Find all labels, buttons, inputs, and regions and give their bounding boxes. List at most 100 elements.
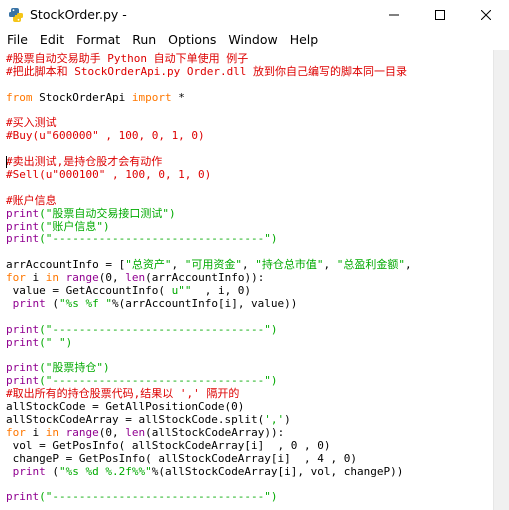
code-token-plain: ( bbox=[45, 296, 59, 310]
code-token-string: (" ") bbox=[39, 335, 73, 349]
code-token-builtin: len bbox=[125, 271, 146, 285]
code-token-builtin: print bbox=[12, 296, 46, 310]
code-line[interactable] bbox=[6, 105, 412, 118]
menu-help[interactable]: Help bbox=[284, 30, 325, 50]
code-token-plain: (allStockCodeArray)): bbox=[145, 425, 285, 439]
code-token-string: ("股票自动交易接口测试") bbox=[39, 206, 176, 220]
code-editor[interactable]: #股票自动交易助手 Python 自动下单使用 例子 #把此脚本和 StockOr… bbox=[0, 50, 493, 510]
code-line[interactable]: #Buy(u"600000" , 100, 0, 1, 0) bbox=[6, 129, 412, 143]
code-token-plain: , bbox=[404, 258, 412, 272]
code-token-string: ("--------------------------------") bbox=[39, 374, 278, 388]
code-token-plain: StockOrderApi bbox=[32, 90, 132, 104]
maximize-icon bbox=[435, 10, 445, 20]
code-token-keyword: for bbox=[6, 271, 26, 285]
code-token-string: "可用资金" bbox=[184, 258, 242, 272]
code-line[interactable] bbox=[6, 182, 412, 195]
code-token-keyword: from bbox=[6, 90, 33, 104]
code-token-plain: , bbox=[323, 258, 337, 272]
code-token-builtin: range bbox=[65, 425, 99, 439]
menu-edit[interactable]: Edit bbox=[34, 30, 70, 50]
code-token-plain: ( bbox=[45, 464, 59, 478]
code-token-plain: allStockCode = GetAllPositionCode(0) bbox=[6, 400, 245, 414]
menu-window[interactable]: Window bbox=[222, 30, 283, 50]
close-button[interactable] bbox=[463, 0, 509, 30]
code-token-string: ("--------------------------------") bbox=[39, 490, 278, 504]
code-token-string: ("账户信息") bbox=[39, 219, 110, 233]
code-token-comment: #买入测试 bbox=[6, 116, 57, 130]
code-token-comment: #卖出测试,是持仓股才会有动作 bbox=[6, 155, 163, 169]
window-title: StockOrder.py - bbox=[30, 7, 127, 22]
code-token-comment: #Buy(u"600000" , 100, 0, 1, 0) bbox=[6, 129, 205, 143]
code-token-string: ("股票持仓") bbox=[39, 361, 110, 375]
code-token-plain: , i, 0) bbox=[191, 284, 252, 298]
text-cursor bbox=[6, 156, 7, 168]
code-line[interactable]: print ("%s %d %.2f%%"%(allStockCodeArray… bbox=[6, 464, 412, 479]
code-token-comment: #取出所有的持仓股票代码,结果以 ',' 隔开的 bbox=[6, 387, 240, 401]
code-token-plain: changeP = GetPosInfo( allStockCodeArray[… bbox=[6, 451, 357, 465]
code-token-comment: #Sell(u"000100" , 100, 0, 1, 0) bbox=[6, 168, 212, 182]
code-line[interactable]: print("--------------------------------"… bbox=[6, 490, 412, 504]
close-icon bbox=[481, 10, 491, 20]
code-token-comment: #账户信息 bbox=[6, 193, 57, 207]
minimize-button[interactable] bbox=[371, 0, 417, 30]
code-token-plain: %(allStockCodeArray[i], vol, changeP)) bbox=[151, 464, 404, 478]
code-line[interactable]: #Sell(u"000100" , 100, 0, 1, 0) bbox=[6, 168, 412, 182]
code-token-builtin: print bbox=[12, 464, 46, 478]
code-token-string: ("--------------------------------") bbox=[39, 232, 278, 246]
code-token-string: "%s %d %.2f%%" bbox=[59, 464, 152, 478]
code-token-plain: value = GetAccountInfo( bbox=[6, 284, 172, 298]
code-line[interactable]: print ("%s %f "%(arrAccountInfo[i], valu… bbox=[6, 296, 412, 311]
code-token-string: "总盈利金额" bbox=[336, 258, 405, 272]
code-token-string: u"" bbox=[171, 284, 192, 298]
code-token-builtin: range bbox=[65, 271, 99, 285]
code-token-plain: %(arrAccountInfo[i], value)) bbox=[111, 296, 298, 310]
code-token-plain: * bbox=[171, 90, 185, 104]
code-line[interactable]: print("--------------------------------"… bbox=[6, 233, 412, 246]
code-line[interactable]: from StockOrderApi import * bbox=[6, 90, 412, 105]
code-line[interactable]: #把此脚本和 StockOrderApi.py Order.dll 放到你自己编… bbox=[6, 64, 412, 79]
code-text[interactable]: #股票自动交易助手 Python 自动下单使用 例子 #把此脚本和 StockOr… bbox=[6, 52, 412, 504]
code-token-plain: , bbox=[241, 258, 256, 272]
code-token-builtin: print bbox=[6, 232, 40, 246]
maximize-button[interactable] bbox=[417, 0, 463, 30]
code-token-keyword: in bbox=[45, 271, 59, 285]
code-token-plain: (0, bbox=[98, 271, 126, 285]
menu-file[interactable]: File bbox=[0, 30, 34, 50]
code-token-builtin: print bbox=[6, 374, 40, 388]
code-token-plain: allStockCodeArray = allStockCode.split( bbox=[6, 412, 265, 426]
code-token-builtin: print bbox=[6, 361, 40, 375]
menu-options[interactable]: Options bbox=[162, 30, 222, 50]
code-token-string: ',' bbox=[264, 412, 285, 426]
code-token-plain: (arrAccountInfo)): bbox=[145, 271, 265, 285]
code-token-comment: #把此脚本和 StockOrderApi.py Order.dll 放到你自己编… bbox=[6, 64, 408, 78]
code-token-plain: i bbox=[25, 271, 46, 285]
code-token-plain: i bbox=[25, 425, 46, 439]
menu-format[interactable]: Format bbox=[70, 30, 126, 50]
code-token-keyword: for bbox=[6, 425, 26, 439]
code-token-builtin: print bbox=[6, 219, 40, 233]
code-token-keyword: in bbox=[45, 425, 59, 439]
menu-bar: File Edit Format Run Options Window Help bbox=[0, 30, 509, 50]
code-token-builtin: print bbox=[6, 490, 40, 504]
minimize-icon bbox=[389, 14, 399, 16]
code-token-string: ("--------------------------------") bbox=[39, 322, 278, 336]
code-token-keyword: import bbox=[131, 90, 172, 104]
title-bar[interactable]: StockOrder.py - bbox=[0, 0, 509, 30]
code-token-plain: vol = GetPosInfo( allStockCodeArray[i] ,… bbox=[6, 438, 331, 452]
code-line[interactable]: print(" ") bbox=[6, 335, 412, 350]
code-token-plain: ) bbox=[284, 412, 291, 426]
code-token-comment: #股票自动交易助手 Python 自动下单使用 例子 bbox=[6, 52, 249, 65]
code-token-string: "%s %f " bbox=[59, 296, 112, 310]
code-token-builtin: print bbox=[6, 335, 40, 349]
code-token-string: "总资产" bbox=[125, 258, 172, 272]
code-token-builtin: print bbox=[6, 206, 40, 220]
vertical-scrollbar[interactable] bbox=[493, 50, 509, 510]
code-token-builtin: len bbox=[125, 425, 146, 439]
code-token-plain: (0, bbox=[98, 425, 126, 439]
menu-run[interactable]: Run bbox=[126, 30, 162, 50]
code-token-plain: , bbox=[171, 258, 185, 272]
idle-editor-window: StockOrder.py - File Edit Format Run Opt… bbox=[0, 0, 509, 510]
